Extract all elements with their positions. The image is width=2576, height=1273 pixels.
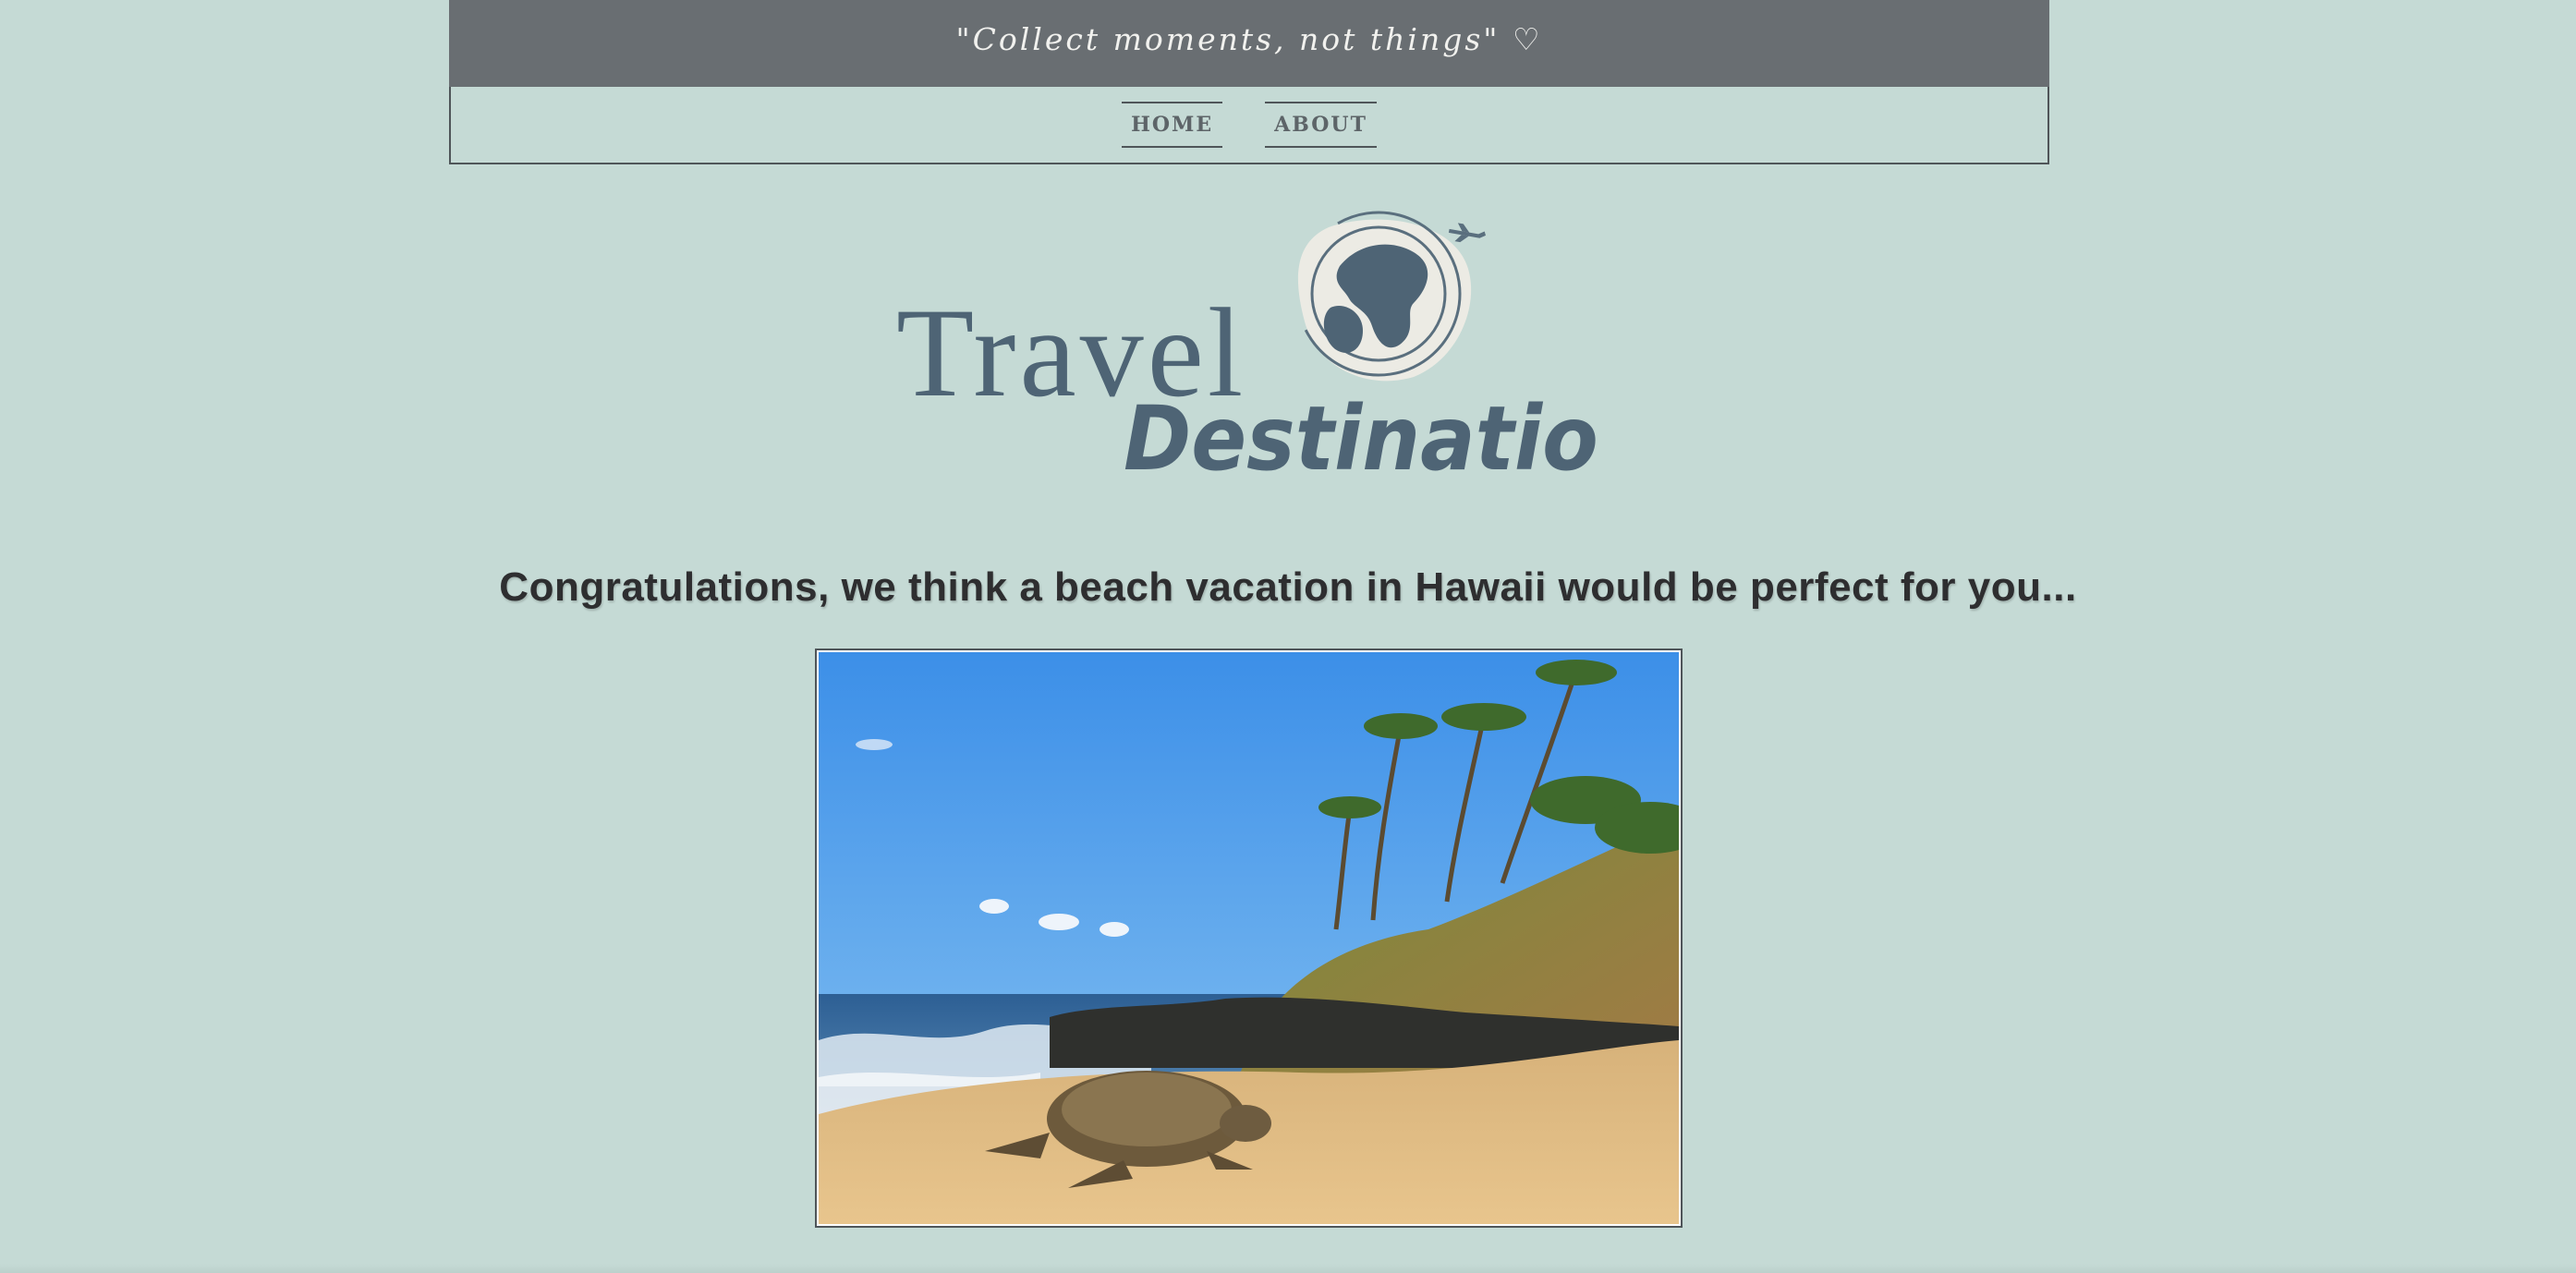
site-logo[interactable]: Travel Destination [896, 201, 1657, 491]
main-nav: HOME ABOUT [449, 87, 2049, 164]
page-bottom-edge [0, 1264, 2576, 1273]
tagline: "Collect moments, not things" ♡ [955, 20, 1543, 57]
logo-word-destination: Destination [1124, 386, 1598, 479]
page-container: "Collect moments, not things" ♡ HOME ABO… [449, 0, 2049, 164]
hawaii-beach-photo [815, 649, 1683, 1228]
nav-home-link[interactable]: HOME [1122, 102, 1223, 148]
result-headline: Congratulations, we think a beach vacati… [499, 564, 2077, 611]
airplane-icon [1448, 223, 1487, 243]
nav-about-link[interactable]: ABOUT [1265, 102, 1377, 148]
top-banner: "Collect moments, not things" ♡ [449, 0, 2049, 87]
